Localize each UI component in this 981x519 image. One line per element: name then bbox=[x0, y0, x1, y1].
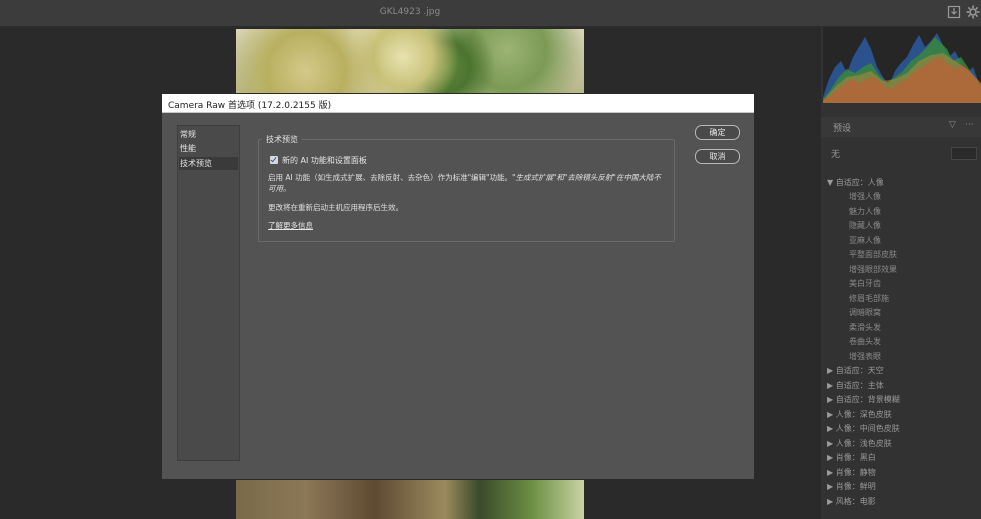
preset-item[interactable]: 魅力人像 bbox=[849, 206, 881, 217]
preset-item[interactable]: 卷曲头发 bbox=[849, 336, 881, 347]
description-text: 启用 AI 功能（如生成式扩展、去除反射、去杂色）作为标准"编辑"功能。 bbox=[268, 173, 513, 182]
gear-icon[interactable] bbox=[966, 5, 980, 19]
ai-features-checkbox[interactable] bbox=[270, 156, 278, 164]
preset-item[interactable]: 增强人像 bbox=[849, 191, 881, 202]
preset-item[interactable]: 增强眼部效果 bbox=[849, 264, 897, 275]
preset-group[interactable]: ▶ 人像：深色皮肤 bbox=[827, 409, 892, 420]
preset-group[interactable]: ▶ 肖像：黑白 bbox=[827, 452, 876, 463]
more-options-icon[interactable]: ··· bbox=[965, 120, 974, 130]
preset-group[interactable]: ▶ 肖像：静物 bbox=[827, 467, 876, 478]
preset-filter-input[interactable] bbox=[951, 147, 977, 160]
preset-group[interactable]: ▶ 人像：浅色皮肤 bbox=[827, 438, 892, 449]
file-name: GKL4923 .jpg bbox=[379, 7, 441, 17]
preferences-nav: 常规 性能 技术预览 bbox=[177, 125, 240, 461]
preset-filter-row[interactable]: 无 bbox=[827, 145, 977, 161]
save-icon[interactable] bbox=[947, 5, 961, 19]
preset-item[interactable]: 隐藏人像 bbox=[849, 220, 881, 231]
presets-title: 预设 bbox=[833, 124, 852, 134]
restart-note: 更改将在重新启动主机应用程序后生效。 bbox=[268, 203, 403, 212]
nav-item-general[interactable]: 常规 bbox=[179, 128, 238, 141]
right-panel: 预设 ▽ ··· 无 ▼ 自适应：人像 增强人像 魅力人像 隐藏人像 亚麻人像 … bbox=[821, 27, 981, 519]
ai-features-checkbox-label[interactable]: 新的 AI 功能和设置面板 bbox=[282, 155, 367, 166]
preset-item[interactable]: 修眉毛部施 bbox=[849, 293, 889, 304]
section-title: 技术预览 bbox=[262, 134, 302, 145]
preset-group[interactable]: ▶ 自适应：天空 bbox=[827, 365, 884, 376]
preset-item[interactable]: 调暗眼窝 bbox=[849, 307, 881, 318]
preset-item[interactable]: 柔滑头发 bbox=[849, 322, 881, 333]
photo-preview-top bbox=[236, 29, 584, 99]
filter-icon[interactable]: ▽ bbox=[949, 120, 956, 130]
feature-description: 启用 AI 功能（如生成式扩展、去除反射、去杂色）作为标准"编辑"功能。"生成式… bbox=[268, 172, 666, 194]
presets-header[interactable]: 预设 ▽ ··· bbox=[821, 117, 981, 137]
preset-group[interactable]: ▶ 风格：电影 bbox=[827, 496, 876, 507]
preset-item[interactable]: 增强表眼 bbox=[849, 351, 881, 362]
preset-item[interactable]: 平整面部皮肤 bbox=[849, 249, 897, 260]
preset-item[interactable]: 美白牙齿 bbox=[849, 278, 881, 289]
dialog-titlebar[interactable]: Camera Raw 首选项 (17.2.0.2155 版) bbox=[162, 94, 754, 113]
preset-group[interactable]: ▶ 肖像：鲜明 bbox=[827, 481, 876, 492]
preset-group[interactable]: ▼ 自适应：人像 bbox=[827, 177, 884, 188]
histogram bbox=[823, 27, 981, 103]
dialog-title: Camera Raw 首选项 (17.2.0.2155 版) bbox=[168, 101, 332, 111]
preferences-dialog: Camera Raw 首选项 (17.2.0.2155 版) 常规 性能 技术预… bbox=[162, 94, 754, 479]
photo-preview-bottom bbox=[236, 480, 584, 519]
preset-group[interactable]: ▶ 人像：中间色皮肤 bbox=[827, 423, 900, 434]
preset-filter-label: 无 bbox=[831, 150, 841, 160]
nav-item-performance[interactable]: 性能 bbox=[179, 142, 238, 155]
app-titlebar: GKL4923 .jpg bbox=[0, 0, 981, 27]
ok-button[interactable]: 确定 bbox=[695, 125, 740, 140]
preset-item[interactable]: 亚麻人像 bbox=[849, 235, 881, 246]
preset-group[interactable]: ▶ 自适应：主体 bbox=[827, 380, 884, 391]
preset-group[interactable]: ▶ 自适应：背景模糊 bbox=[827, 394, 900, 405]
nav-item-tech-preview[interactable]: 技术预览 bbox=[179, 157, 238, 170]
cancel-button[interactable]: 取消 bbox=[695, 149, 740, 164]
learn-more-link[interactable]: 了解更多信息 bbox=[268, 220, 313, 231]
